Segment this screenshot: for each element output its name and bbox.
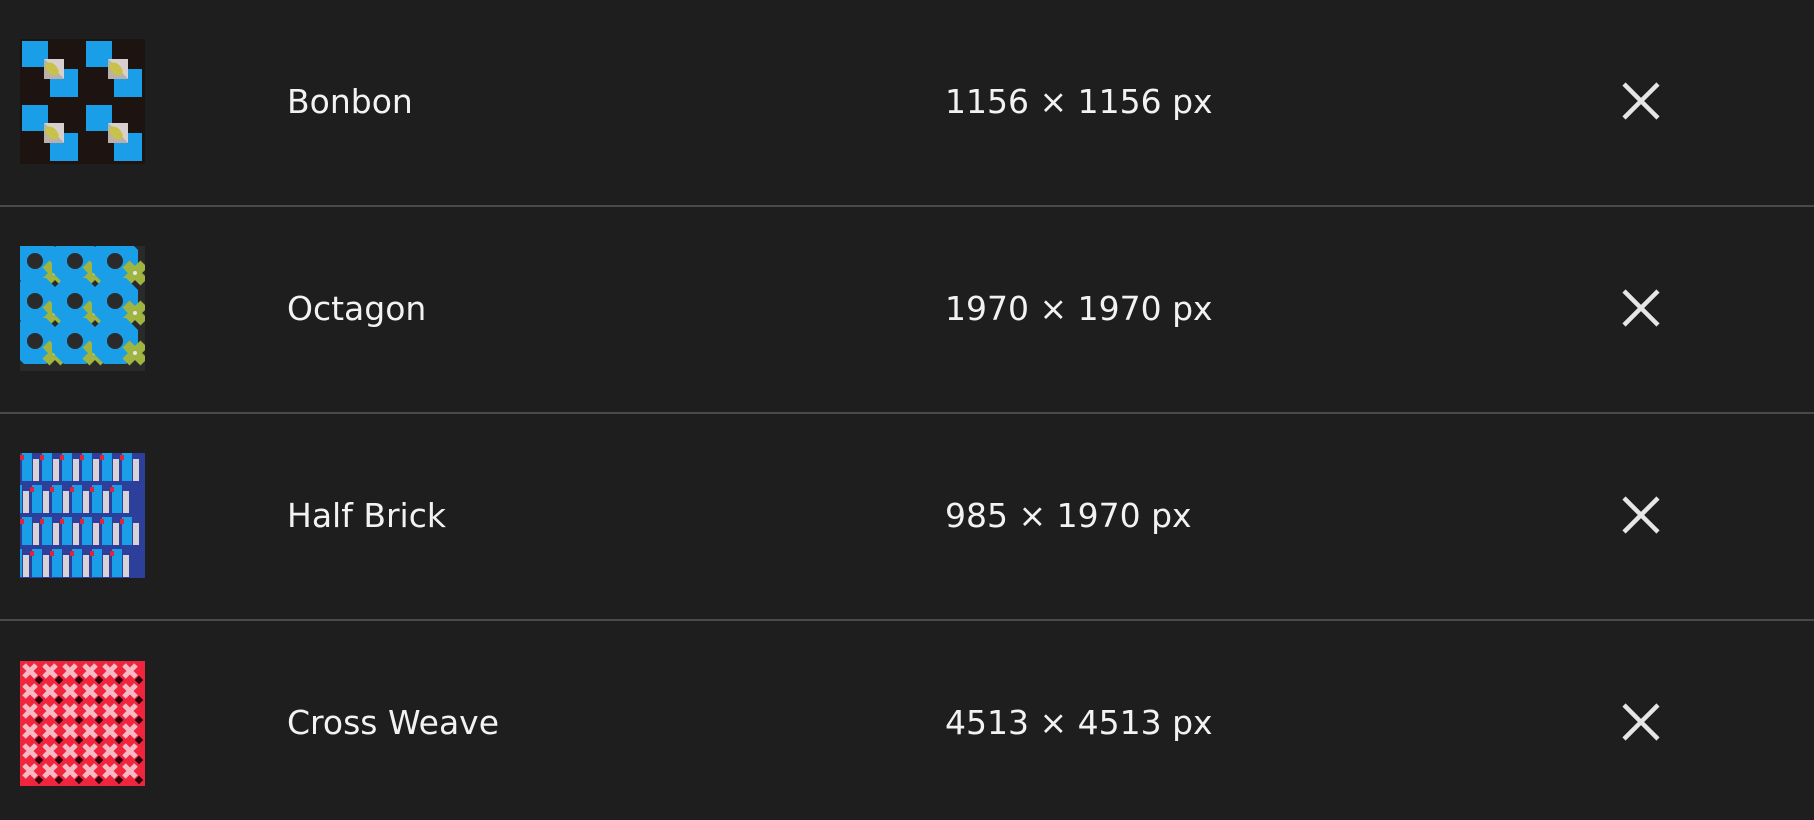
bonbon-pattern-icon — [20, 39, 145, 164]
pattern-name: Half Brick — [287, 496, 446, 535]
pattern-dimensions: 1156 × 1156 px — [945, 82, 1213, 121]
list-item[interactable]: Bonbon 1156 × 1156 px — [0, 0, 1814, 207]
pattern-dimensions: 4513 × 4513 px — [945, 703, 1213, 742]
pattern-name: Octagon — [287, 289, 427, 328]
pattern-dimensions: 1970 × 1970 px — [945, 289, 1213, 328]
pattern-name: Cross Weave — [287, 703, 500, 742]
list-item[interactable]: Half Brick 985 × 1970 px — [0, 414, 1814, 621]
cross-weave-pattern-icon — [20, 661, 145, 786]
close-icon[interactable] — [1618, 285, 1664, 331]
half-brick-pattern-icon — [20, 453, 145, 578]
pattern-list: Bonbon 1156 × 1156 px Octagon 1970 × 197… — [0, 0, 1814, 820]
list-item[interactable]: Octagon 1970 × 1970 px — [0, 207, 1814, 414]
close-icon[interactable] — [1618, 492, 1664, 538]
list-item[interactable]: Cross Weave 4513 × 4513 px — [0, 621, 1814, 820]
pattern-dimensions: 985 × 1970 px — [945, 496, 1192, 535]
pattern-name: Bonbon — [287, 82, 413, 121]
octagon-pattern-icon — [20, 246, 145, 371]
close-icon[interactable] — [1618, 699, 1664, 745]
close-icon[interactable] — [1618, 78, 1664, 124]
